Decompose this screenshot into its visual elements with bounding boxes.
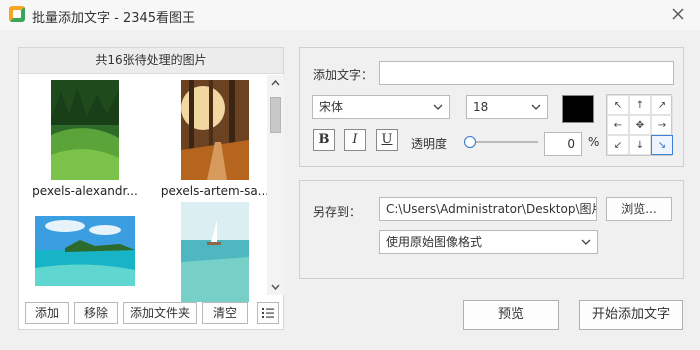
underline-button[interactable]: U (376, 129, 398, 151)
add-button[interactable]: 添加 (25, 302, 69, 324)
clear-button[interactable]: 清空 (202, 302, 248, 324)
add-text-label: 添加文字： (313, 68, 374, 82)
start-add-text-button[interactable]: 开始添加文字 (579, 300, 683, 330)
position-top-right[interactable]: ↗ (651, 95, 673, 115)
position-middle-right[interactable]: → (651, 115, 673, 135)
close-icon[interactable] (670, 6, 686, 22)
app-logo-icon (9, 6, 25, 22)
tropical-beach-image (35, 216, 135, 286)
percent-label: % (588, 135, 600, 149)
list-item[interactable]: pexels-artem-sa... (155, 80, 275, 198)
save-to-label: 另存到： (313, 205, 362, 219)
chevron-down-icon (531, 104, 541, 110)
save-path-input[interactable]: C:\Users\Administrator\Desktop\图片 (379, 197, 597, 221)
image-filename: pexels-artem-sa... (160, 184, 270, 198)
scroll-down-icon[interactable] (267, 279, 284, 295)
list-item[interactable]: pexels-alexandr... (25, 80, 145, 198)
font-select[interactable]: 宋体 (312, 95, 450, 119)
chevron-down-icon (581, 239, 591, 245)
italic-button[interactable]: I (344, 129, 366, 151)
window-title: 批量添加文字 - 2345看图王 (32, 11, 196, 26)
title-bar: 批量添加文字 - 2345看图王 (0, 0, 700, 30)
opacity-input[interactable]: 0 (544, 132, 582, 156)
font-size-value: 18 (473, 100, 489, 114)
add-folder-button[interactable]: 添加文件夹 (123, 302, 197, 324)
list-view-toggle[interactable] (257, 302, 279, 324)
list-icon (262, 308, 274, 318)
list-item[interactable] (25, 216, 145, 290)
bold-button[interactable]: B (313, 129, 335, 151)
image-format-value: 使用原始图像格式 (386, 235, 483, 249)
position-center[interactable]: ✥ (629, 115, 651, 135)
vertical-scrollbar[interactable] (267, 75, 284, 295)
image-count-header: 共16张待处理的图片 (19, 48, 283, 74)
list-item[interactable] (155, 202, 275, 306)
font-value: 宋体 (319, 100, 344, 114)
position-grid: ↖ ↑ ↗ ← ✥ → ↙ ↓ ↘ (606, 94, 673, 156)
position-bottom-left[interactable]: ↙ (607, 135, 629, 155)
text-input[interactable] (379, 61, 674, 85)
position-top-left[interactable]: ↖ (607, 95, 629, 115)
forest-hill-image (51, 80, 119, 180)
opacity-slider-track[interactable] (466, 141, 538, 143)
position-bottom-center[interactable]: ↓ (629, 135, 651, 155)
autumn-path-image (181, 80, 249, 180)
browse-button[interactable]: 浏览... (606, 197, 672, 221)
image-filename: pexels-alexandr... (32, 184, 138, 198)
opacity-slider-handle[interactable] (464, 136, 476, 148)
position-top-center[interactable]: ↑ (629, 95, 651, 115)
scrollbar-thumb[interactable] (270, 97, 281, 133)
image-list-panel: 共16张待处理的图片 pexels-alexandr... pexels-art… (18, 47, 284, 330)
preview-button[interactable]: 预览 (463, 300, 559, 330)
remove-button[interactable]: 移除 (74, 302, 118, 324)
sailboat-sea-image (181, 202, 249, 302)
position-bottom-right[interactable]: ↘ (651, 135, 673, 155)
image-format-select[interactable]: 使用原始图像格式 (379, 230, 598, 254)
scroll-up-icon[interactable] (267, 75, 284, 91)
text-color-swatch[interactable] (562, 95, 594, 123)
position-middle-left[interactable]: ← (607, 115, 629, 135)
opacity-label: 透明度 (411, 137, 448, 151)
chevron-down-icon (433, 104, 443, 110)
font-size-select[interactable]: 18 (466, 95, 548, 119)
